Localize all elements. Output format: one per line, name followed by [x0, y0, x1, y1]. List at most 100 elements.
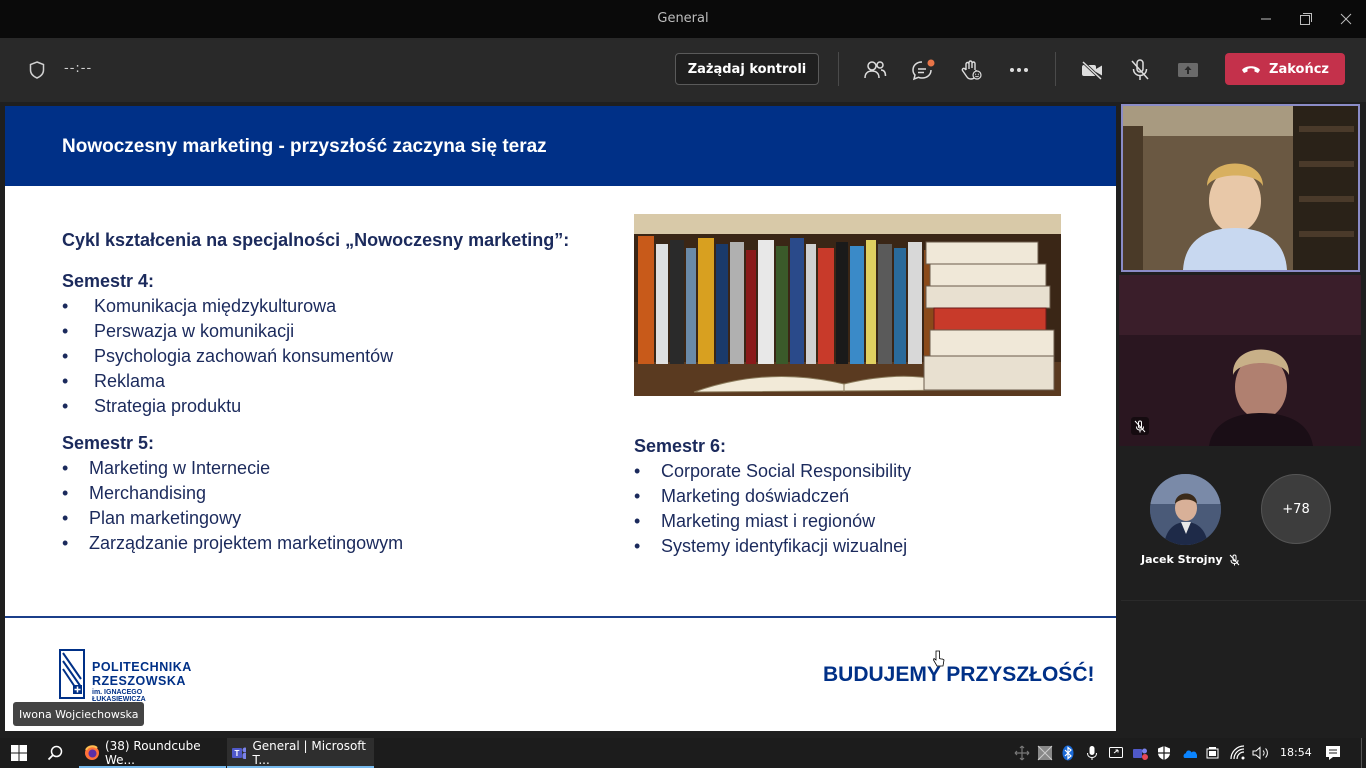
tray-microphone-icon[interactable]	[1084, 745, 1100, 761]
participant-video-2[interactable]	[1119, 275, 1361, 446]
bullet: •	[634, 486, 641, 506]
semester6-heading: Semestr 6:	[634, 436, 727, 456]
bullet: •	[62, 483, 69, 503]
minimize-button[interactable]	[1246, 0, 1286, 38]
firefox-icon	[85, 745, 99, 760]
video-frame	[1119, 275, 1361, 446]
window-titlebar: General	[0, 0, 1366, 38]
semester4-list: • Komunikacja międzykulturowa • Perswazja …	[62, 294, 562, 419]
list-item: • Corporate Social Responsibility	[634, 459, 1074, 484]
chat-button[interactable]	[909, 56, 937, 84]
list-item: • Perswazja w komunikacji	[62, 319, 562, 344]
show-desktop-button[interactable]	[1361, 738, 1362, 768]
taskbar-app-label: General | Microsoft T...	[252, 739, 367, 767]
bullet: •	[634, 536, 641, 556]
participant-name: Jacek Strojny	[1141, 553, 1223, 566]
taskbar-search-button[interactable]	[46, 745, 64, 761]
taskbar-app-teams[interactable]: T General | Microsoft T...	[227, 738, 374, 768]
more-actions-button[interactable]	[1005, 56, 1033, 84]
university-logo: POLITECHNIKA RZESZOWSKA im. IGNACEGO ŁUK…	[59, 649, 191, 705]
start-button[interactable]	[10, 745, 28, 761]
volume-icon	[1252, 746, 1268, 760]
defender-icon	[1158, 746, 1170, 760]
list-item-text: Zarządzanie projektem marketingowym	[89, 533, 404, 553]
bullet: •	[62, 396, 69, 416]
participant-video-1[interactable]	[1121, 104, 1360, 272]
list-item: • Merchandising	[62, 481, 562, 506]
list-item-text: Komunikacja międzykulturowa	[94, 296, 337, 316]
taskbar-clock[interactable]: 18:54	[1280, 746, 1312, 759]
more-icon	[1010, 68, 1028, 72]
books-image	[634, 214, 1061, 396]
university-emblem-icon	[59, 649, 85, 699]
list-item-text: Marketing miast i regionów	[661, 511, 876, 531]
mic-toggle-button[interactable]	[1126, 56, 1154, 84]
tray-battery-icon[interactable]	[1205, 745, 1221, 761]
tray-security-icon[interactable]	[1156, 745, 1172, 761]
more-participants-button[interactable]: +78	[1261, 474, 1331, 544]
list-item: • Plan marketingowy	[62, 506, 562, 531]
tray-network-app-icon[interactable]	[1037, 745, 1053, 761]
screen-share-icon	[1109, 747, 1123, 758]
restore-icon	[1300, 13, 1312, 25]
participants-icon	[864, 61, 887, 79]
battery-icon	[1206, 747, 1219, 759]
bullet: •	[62, 458, 69, 478]
svg-text:T: T	[235, 749, 240, 758]
chat-icon	[912, 59, 935, 81]
tray-move-icon[interactable]	[1014, 745, 1030, 761]
request-control-button[interactable]: Zażądaj kontroli	[675, 53, 819, 85]
shield-icon	[28, 60, 46, 84]
list-item-text: Systemy identyfikacji wizualnej	[661, 536, 908, 556]
raise-hand-icon	[961, 60, 982, 80]
close-window-button[interactable]	[1326, 0, 1366, 38]
bullet: •	[634, 461, 641, 481]
list-item-text: Corporate Social Responsibility	[661, 461, 912, 481]
participant-avatar[interactable]	[1150, 474, 1221, 545]
microphone-icon	[1087, 746, 1097, 760]
camera-toggle-button[interactable]	[1078, 56, 1106, 84]
avatar-image	[1150, 474, 1221, 545]
semester4-heading: Semestr 4:	[62, 271, 155, 291]
taskbar-app-label: (38) Roundcube We...	[104, 739, 201, 767]
restore-button[interactable]	[1286, 0, 1326, 38]
share-screen-button[interactable]	[1174, 56, 1202, 84]
taskbar-app-firefox[interactable]: (38) Roundcube We...	[79, 738, 226, 768]
move-icon	[1014, 745, 1030, 761]
participants-button[interactable]	[861, 56, 889, 84]
list-item-text: Perswazja w komunikacji	[94, 321, 295, 341]
meeting-toolbar: --:-- Zażądaj kontroli Zakończ	[0, 38, 1366, 102]
hang-up-icon	[1242, 66, 1261, 73]
toolbar-divider	[838, 52, 839, 86]
list-item: • Strategia produktu	[62, 394, 562, 419]
teams-tray-icon	[1133, 748, 1148, 760]
bullet: •	[62, 508, 69, 528]
tray-teams-icon[interactable]	[1132, 745, 1148, 761]
reactions-button[interactable]	[957, 56, 985, 84]
list-item-text: Marketing w Internecie	[89, 458, 271, 478]
onedrive-icon	[1183, 750, 1197, 758]
notification-center-button[interactable]	[1325, 745, 1341, 761]
camera-off-icon	[1081, 60, 1103, 80]
bluetooth-icon	[1062, 745, 1074, 761]
bullet: •	[62, 371, 69, 391]
list-item: • Psychologia zachowań konsumentów	[62, 344, 562, 369]
wifi-icon	[1230, 745, 1245, 760]
list-item: • Reklama	[62, 369, 562, 394]
tray-bluetooth-icon[interactable]	[1060, 745, 1076, 761]
participant-name-tag: Jacek Strojny	[1141, 553, 1240, 566]
semester6-list: • Corporate Social Responsibility • Market…	[634, 459, 1074, 559]
logo-line3: im. IGNACEGO ŁUKASIEWICZA	[92, 689, 146, 703]
presenter-name-tag: Iwona Wojciechowska	[13, 702, 145, 726]
notifications-icon	[1326, 746, 1340, 760]
list-item: • Zarządzanie projektem marketingowym	[62, 531, 562, 556]
list-item-text: Plan marketingowy	[89, 508, 242, 528]
slogan: BUDUJEMY PRZYSZŁOŚĆ!	[823, 663, 1095, 686]
semester5-list: • Marketing w Internecie • Merchandising •…	[62, 456, 562, 556]
tray-screen-icon[interactable]	[1108, 745, 1124, 761]
tray-onedrive-icon[interactable]	[1181, 745, 1197, 761]
end-call-button[interactable]: Zakończ	[1225, 53, 1345, 85]
tray-volume-icon[interactable]	[1252, 745, 1268, 761]
tray-wifi-icon[interactable]	[1230, 745, 1246, 761]
logo-line1: POLITECHNIKA	[92, 660, 192, 674]
